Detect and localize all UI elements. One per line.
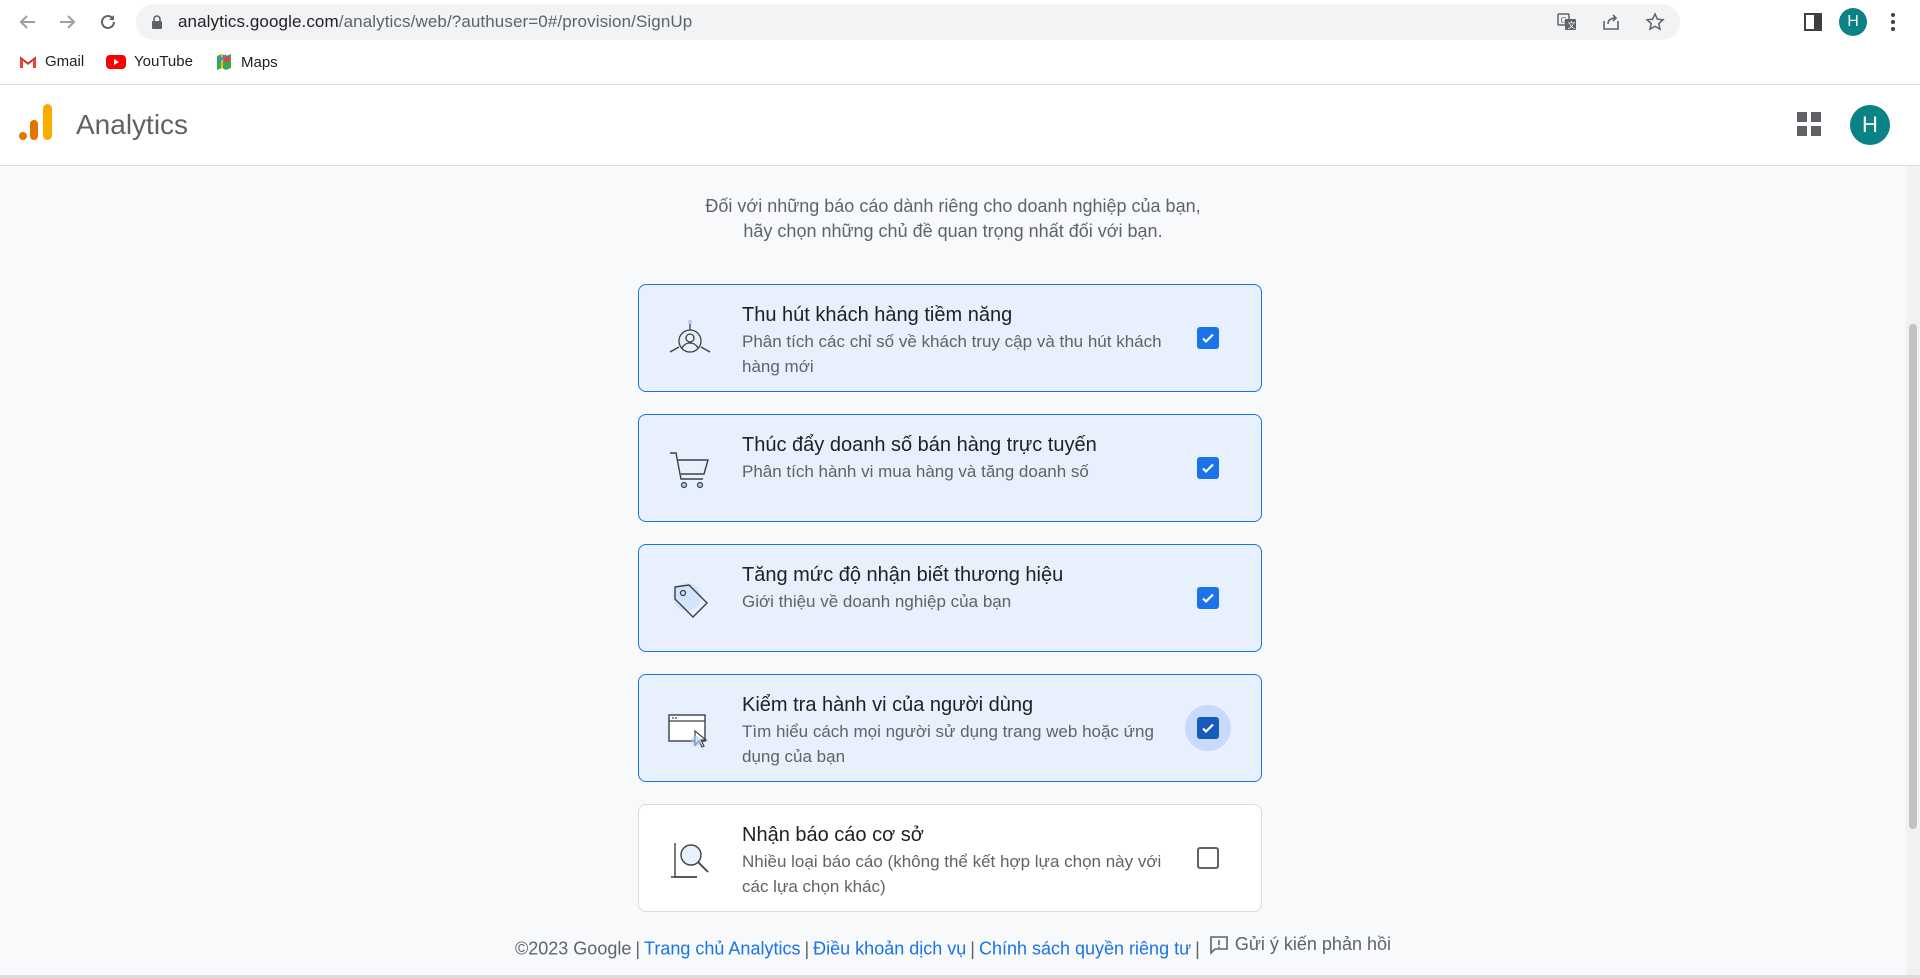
reload-button[interactable] bbox=[92, 6, 124, 38]
bookmark-maps[interactable]: Maps bbox=[215, 53, 278, 71]
forward-button[interactable] bbox=[51, 6, 83, 38]
tag-icon bbox=[673, 583, 708, 618]
main-content: Đối với những báo cáo dành riêng cho doa… bbox=[0, 166, 1906, 978]
option-description: các lựa chọn khác) bbox=[742, 877, 886, 896]
option-checkbox[interactable] bbox=[1185, 705, 1231, 751]
option-description: Giới thiệu về doanh nghiệp của bạn bbox=[742, 592, 1012, 611]
option-text: Kiểm tra hành vi của người dùng Tìm hiểu… bbox=[742, 691, 1202, 769]
magnifier-report-icon bbox=[671, 843, 709, 878]
option-title: Thu hút khách hàng tiềm năng bbox=[742, 304, 1013, 326]
option-user-behavior[interactable]: Kiểm tra hành vi của người dùng Tìm hiểu… bbox=[638, 674, 1262, 782]
app-header: Analytics H bbox=[0, 85, 1920, 166]
apps-grid-icon[interactable] bbox=[1796, 111, 1822, 137]
checkmark-icon bbox=[1202, 463, 1214, 474]
back-button[interactable] bbox=[12, 6, 44, 38]
lock-icon bbox=[152, 15, 162, 29]
url-host: analytics.google.com bbox=[178, 12, 339, 31]
option-text: Nhận báo cáo cơ sở Nhiều loại báo cáo (k… bbox=[742, 821, 1202, 899]
more-vert-icon bbox=[1891, 13, 1895, 31]
checkmark-icon bbox=[1202, 723, 1214, 734]
url-path: /analytics/web/?authuser=0#/provision/Si… bbox=[338, 12, 693, 31]
intro-text: Đối với những báo cáo dành riêng cho doa… bbox=[0, 194, 1906, 244]
browser-menu-button[interactable] bbox=[1880, 6, 1906, 38]
bookmark-label: Maps bbox=[241, 53, 278, 71]
option-description: hàng mới bbox=[742, 357, 814, 376]
share-icon bbox=[1603, 14, 1619, 30]
option-text: Thúc đẩy doanh số bán hàng trực tuyến Ph… bbox=[742, 431, 1202, 484]
option-title: Kiểm tra hành vi của người dùng bbox=[742, 694, 1034, 716]
arrow-right-icon bbox=[60, 15, 76, 29]
svg-text:文: 文 bbox=[1568, 20, 1576, 30]
terms-link[interactable]: Điều khoản dịch vụ bbox=[813, 939, 966, 959]
maps-icon bbox=[216, 54, 231, 70]
analytics-logo-icon bbox=[19, 104, 52, 140]
feedback-button[interactable]: Gửi ý kiến phản hồi bbox=[1209, 934, 1391, 955]
bookmarks-bar: Gmail YouTube Maps bbox=[0, 44, 1920, 85]
side-panel-icon bbox=[1804, 13, 1822, 31]
arrow-left-icon bbox=[19, 15, 35, 29]
translate-button[interactable]: G文 bbox=[1556, 11, 1578, 33]
side-panel-button[interactable] bbox=[1800, 6, 1826, 38]
checkbox-unchecked bbox=[1197, 847, 1219, 869]
privacy-link[interactable]: Chính sách quyền riêng tư bbox=[979, 939, 1191, 959]
feedback-label: Gửi ý kiến phản hồi bbox=[1234, 934, 1391, 954]
bookmark-star-button[interactable] bbox=[1644, 11, 1666, 33]
option-title: Thúc đẩy doanh số bán hàng trực tuyến bbox=[742, 434, 1097, 456]
option-title: Nhận báo cáo cơ sở bbox=[742, 824, 924, 846]
youtube-icon bbox=[106, 54, 126, 69]
checkbox-checked bbox=[1197, 457, 1219, 479]
translate-icon: G文 bbox=[1557, 13, 1576, 30]
checkbox-checked bbox=[1197, 327, 1219, 349]
bookmark-gmail[interactable]: Gmail bbox=[19, 53, 84, 70]
footer: ©2023 Google | Trang chủ Analytics | Điều kh… bbox=[515, 934, 1391, 959]
option-checkbox[interactable] bbox=[1185, 315, 1231, 361]
browser-cursor-icon bbox=[668, 714, 708, 748]
share-button[interactable] bbox=[1600, 11, 1622, 33]
option-brand-awareness[interactable]: Tăng mức độ nhận biết thương hiệu Giới t… bbox=[638, 544, 1262, 652]
option-description: Phân tích hành vi mua hàng và tăng doanh… bbox=[742, 462, 1089, 481]
option-title: Tăng mức độ nhận biết thương hiệu bbox=[742, 564, 1064, 586]
bookmark-label: YouTube bbox=[134, 53, 193, 70]
star-icon bbox=[1645, 12, 1665, 31]
audience-target-icon bbox=[669, 320, 711, 353]
account-avatar[interactable]: H bbox=[1850, 105, 1890, 145]
bookmark-label: Gmail bbox=[45, 53, 85, 70]
option-baseline-reports[interactable]: Nhận báo cáo cơ sở Nhiều loại báo cáo (k… bbox=[638, 804, 1262, 912]
shopping-cart-icon bbox=[670, 452, 709, 489]
feedback-icon bbox=[1210, 935, 1228, 955]
address-bar[interactable]: analytics.google.com/analytics/web/?auth… bbox=[136, 4, 1680, 40]
option-attract-leads[interactable]: Thu hút khách hàng tiềm năng Phân tích c… bbox=[638, 284, 1262, 392]
option-description: Nhiều loại báo cáo (không thể kết hợp lự… bbox=[742, 852, 1162, 871]
analytics-home-link[interactable]: Trang chủ Analytics bbox=[644, 939, 800, 959]
option-description: Phân tích các chỉ số về khách truy cập v… bbox=[742, 332, 1162, 351]
gmail-icon bbox=[19, 56, 37, 68]
intro-line: hãy chọn những chủ đề quan trọng nhất đố… bbox=[743, 221, 1163, 241]
scrollbar-thumb[interactable] bbox=[1909, 324, 1917, 829]
profile-button[interactable]: H bbox=[1838, 6, 1868, 38]
app-title: Analytics bbox=[76, 109, 189, 140]
option-checkbox[interactable] bbox=[1185, 835, 1231, 881]
option-text: Thu hút khách hàng tiềm năng Phân tích c… bbox=[742, 301, 1202, 379]
reload-icon bbox=[101, 14, 115, 29]
option-checkbox[interactable] bbox=[1185, 575, 1231, 621]
copyright-text: ©2023 Google bbox=[515, 938, 632, 959]
option-drive-sales[interactable]: Thúc đẩy doanh số bán hàng trực tuyến Ph… bbox=[638, 414, 1262, 522]
page-scrollbar[interactable] bbox=[1906, 166, 1920, 978]
checkmark-icon bbox=[1202, 593, 1214, 604]
checkmark-icon bbox=[1202, 333, 1214, 344]
option-checkbox[interactable] bbox=[1185, 445, 1231, 491]
checkbox-checked bbox=[1197, 717, 1219, 739]
bookmark-youtube[interactable]: YouTube bbox=[106, 53, 193, 70]
checkbox-checked bbox=[1197, 587, 1219, 609]
browser-toolbar: analytics.google.com/analytics/web/?auth… bbox=[0, 0, 1920, 44]
option-text: Tăng mức độ nhận biết thương hiệu Giới t… bbox=[742, 561, 1202, 614]
profile-avatar: H bbox=[1839, 8, 1867, 36]
option-description: Tìm hiểu cách mọi người sử dụng trang we… bbox=[742, 722, 1154, 741]
option-description: dụng của bạn bbox=[742, 747, 846, 766]
intro-line: Đối với những báo cáo dành riêng cho doa… bbox=[705, 196, 1201, 216]
url-text: analytics.google.com/analytics/web/?auth… bbox=[178, 12, 692, 32]
